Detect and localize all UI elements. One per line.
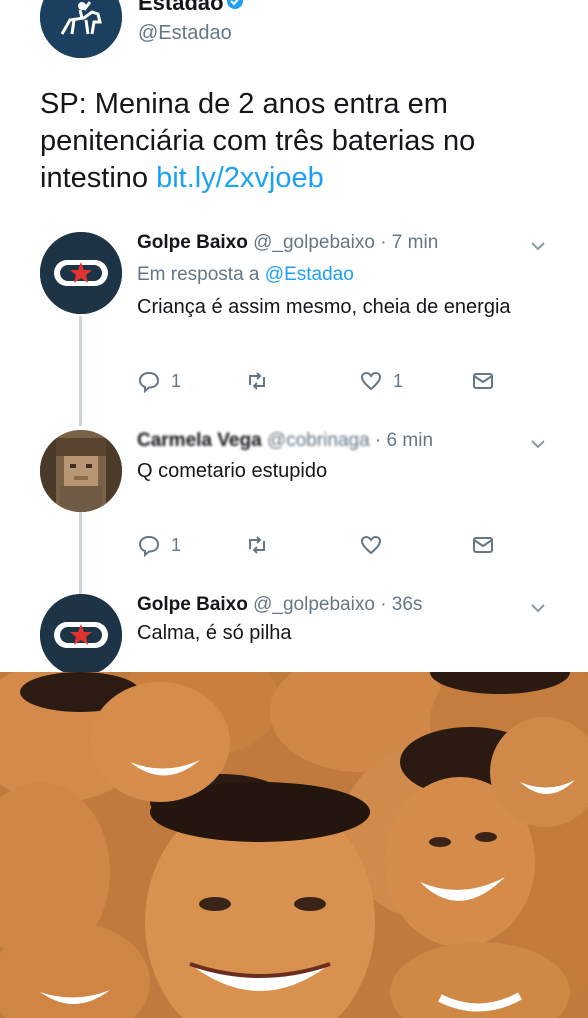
like-button[interactable]: 1: [359, 368, 403, 394]
pixelated-face-image: [40, 430, 122, 512]
laughing-faces-meme-image: [0, 672, 588, 1018]
thread-line: [79, 512, 82, 596]
laughing-faces-collage: [0, 672, 588, 1018]
golpe-baixo-avatar[interactable]: [40, 594, 122, 676]
in-reply-to: Em resposta a @Estadao: [137, 264, 354, 286]
reply-button[interactable]: 1: [137, 532, 181, 558]
retweet-icon: [249, 536, 265, 554]
reply-author-name[interactable]: Golpe Baixo: [137, 594, 248, 615]
reply-text: Criança é assim mesmo, cheia de energia: [137, 296, 511, 318]
pixelated-avatar[interactable]: [40, 430, 122, 512]
reply-meta: Carmela Vega @cobrinaga · 6 min: [137, 430, 433, 452]
like-count: 1: [393, 370, 404, 391]
reply-author-handle[interactable]: @_golpebaixo: [253, 594, 375, 615]
reply-icon: [138, 535, 160, 557]
chevron-down-icon[interactable]: [530, 602, 546, 614]
reply-icon: [138, 371, 160, 393]
golpe-baixo-logo-icon: [40, 232, 122, 314]
reply-meta: Golpe Baixo @_golpebaixo · 36s: [137, 594, 422, 616]
verified-badge-icon: [227, 0, 243, 9]
golpe-baixo-avatar[interactable]: [40, 232, 122, 314]
tweet-link[interactable]: bit.ly/2xvjoeb: [156, 162, 324, 194]
account-name[interactable]: Estadão: [138, 0, 224, 16]
reply-time: · 6 min: [374, 430, 434, 451]
thread-line: [79, 316, 82, 426]
account-handle[interactable]: @Estadao: [138, 22, 232, 45]
reply-author-name[interactable]: Carmela Vega: [137, 430, 262, 451]
reply-time: · 36s: [380, 594, 423, 615]
estadao-avatar[interactable]: [40, 0, 122, 58]
dm-button[interactable]: [471, 532, 495, 558]
reply-text: Calma, é só pilha: [137, 622, 292, 644]
chevron-down-icon[interactable]: [530, 438, 546, 450]
like-button[interactable]: [359, 532, 383, 558]
heart-icon: [360, 371, 382, 391]
reply-author-name[interactable]: Golpe Baixo: [137, 232, 248, 253]
reply-meta: Golpe Baixo @_golpebaixo · 7 min: [137, 232, 438, 254]
reply-author-handle[interactable]: @_golpebaixo: [253, 232, 375, 253]
reply-count: 1: [171, 534, 182, 555]
retweet-icon: [249, 372, 265, 390]
reply-text: Q cometario estupido: [137, 460, 328, 482]
reply-actions: 1 1: [137, 368, 497, 394]
reply-time: · 7 min: [380, 232, 439, 253]
retweet-button[interactable]: [245, 368, 269, 394]
reply-author-handle[interactable]: @cobrinaga: [267, 430, 370, 451]
tweet-header: Estadão @Estadao: [0, 0, 588, 80]
tweet-text: SP: Menina de 2 anos entra em penitenciá…: [40, 86, 560, 197]
horse-rider-logo-icon: [40, 0, 122, 58]
reply-count: 1: [171, 370, 182, 391]
heart-icon: [360, 535, 382, 555]
in-reply-prefix: Em resposta a: [137, 264, 260, 285]
envelope-icon: [473, 373, 493, 389]
reply-actions: 1: [137, 532, 497, 558]
envelope-icon: [473, 537, 493, 553]
golpe-baixo-logo-icon: [40, 594, 122, 676]
dm-button[interactable]: [471, 368, 495, 394]
chevron-down-icon[interactable]: [530, 240, 546, 252]
retweet-button[interactable]: [245, 532, 269, 558]
in-reply-mention[interactable]: @Estadao: [265, 264, 354, 285]
reply-button[interactable]: 1: [137, 368, 181, 394]
